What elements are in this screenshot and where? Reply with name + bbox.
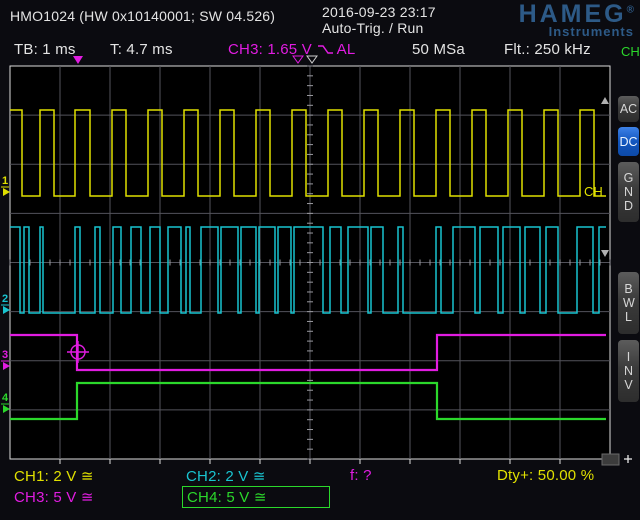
duty-cycle-readout: Dty+: 50.00 %	[497, 467, 594, 484]
ch4-marker-arrow-icon	[3, 405, 10, 413]
top-bar: HMO1024 (HW 0x10140001; SW 04.526) 2016-…	[0, 0, 640, 36]
plot-border	[10, 66, 610, 459]
ch3-marker-arrow-icon	[3, 362, 10, 370]
trigger-mode-label: AL	[337, 41, 356, 58]
falling-edge-icon	[317, 44, 334, 55]
ac-coupling-label: AC	[620, 102, 637, 116]
trigger-point-crosshair-icon	[71, 345, 85, 359]
ch4-marker-digit: 4	[2, 392, 9, 404]
bwl-button[interactable]: BWL	[618, 272, 639, 334]
inv-button[interactable]: INV	[618, 340, 639, 402]
ch3-waveform	[10, 335, 606, 370]
ch4-readout: CH4: 5 V ≅	[187, 488, 267, 506]
ac-coupling-button[interactable]: AC	[618, 96, 639, 122]
trigger-source-label: CH3: 1.65 V	[228, 41, 312, 58]
bwl-label: BWL	[623, 282, 634, 324]
device-id-label: HMO1024 (HW 0x10140001; SW 04.526)	[10, 8, 275, 24]
gnd-coupling-button[interactable]: GND	[618, 162, 639, 222]
ch4-waveform	[10, 383, 606, 419]
gnd-coupling-label: GND	[623, 171, 634, 213]
clipped-channel-label: CH	[584, 184, 603, 199]
acquisition-status-label: Auto-Trig. / Run	[322, 20, 424, 36]
datetime-label: 2016-09-23 23:17	[322, 4, 436, 20]
ch3-readout: CH3: 5 V ≅	[14, 488, 94, 506]
inv-label: INV	[623, 350, 634, 392]
ch2-waveform	[10, 227, 606, 313]
channel4-header-label: CH4	[621, 44, 632, 59]
ch2-marker-arrow-icon	[3, 306, 10, 314]
scroll-up-icon	[601, 97, 609, 104]
ch2-marker-digit: 2	[2, 293, 8, 305]
timebase-label: TB: 1 ms	[14, 41, 76, 58]
hameg-logo: HAMEG® Instruments	[519, 2, 634, 38]
sample-rate-label: 50 MSa	[412, 41, 465, 58]
dc-coupling-button[interactable]: DC	[618, 127, 639, 156]
ch1-marker-arrow-icon	[3, 188, 10, 196]
ch3-marker-digit: 3	[2, 349, 8, 361]
trigger-readout: CH3: 1.65 V AL	[228, 41, 355, 58]
ch1-readout: CH1: 2 V ≅	[14, 467, 94, 485]
status-bar: TB: 1 ms T: 4.7 ms CH3: 1.65 V AL 50 MSa…	[0, 38, 640, 62]
channel4-header-text: CH4	[621, 45, 632, 59]
ch4-selected-box[interactable]: CH4: 5 V ≅	[182, 486, 330, 508]
ch2-readout: CH2: 2 V ≅	[186, 467, 266, 485]
ch1-marker-digit: 1	[2, 175, 8, 187]
registered-trademark-icon: ®	[627, 5, 634, 16]
scroll-down-icon	[601, 250, 609, 257]
time-offset-label: T: 4.7 ms	[110, 41, 173, 58]
filter-label: Flt.: 250 kHz	[504, 41, 591, 58]
freq-readout: f: ?	[350, 467, 372, 484]
waveform-display: 1 2 3 4 CH	[0, 0, 640, 520]
dc-coupling-label: DC	[619, 135, 637, 149]
ch1-waveform	[10, 110, 606, 196]
